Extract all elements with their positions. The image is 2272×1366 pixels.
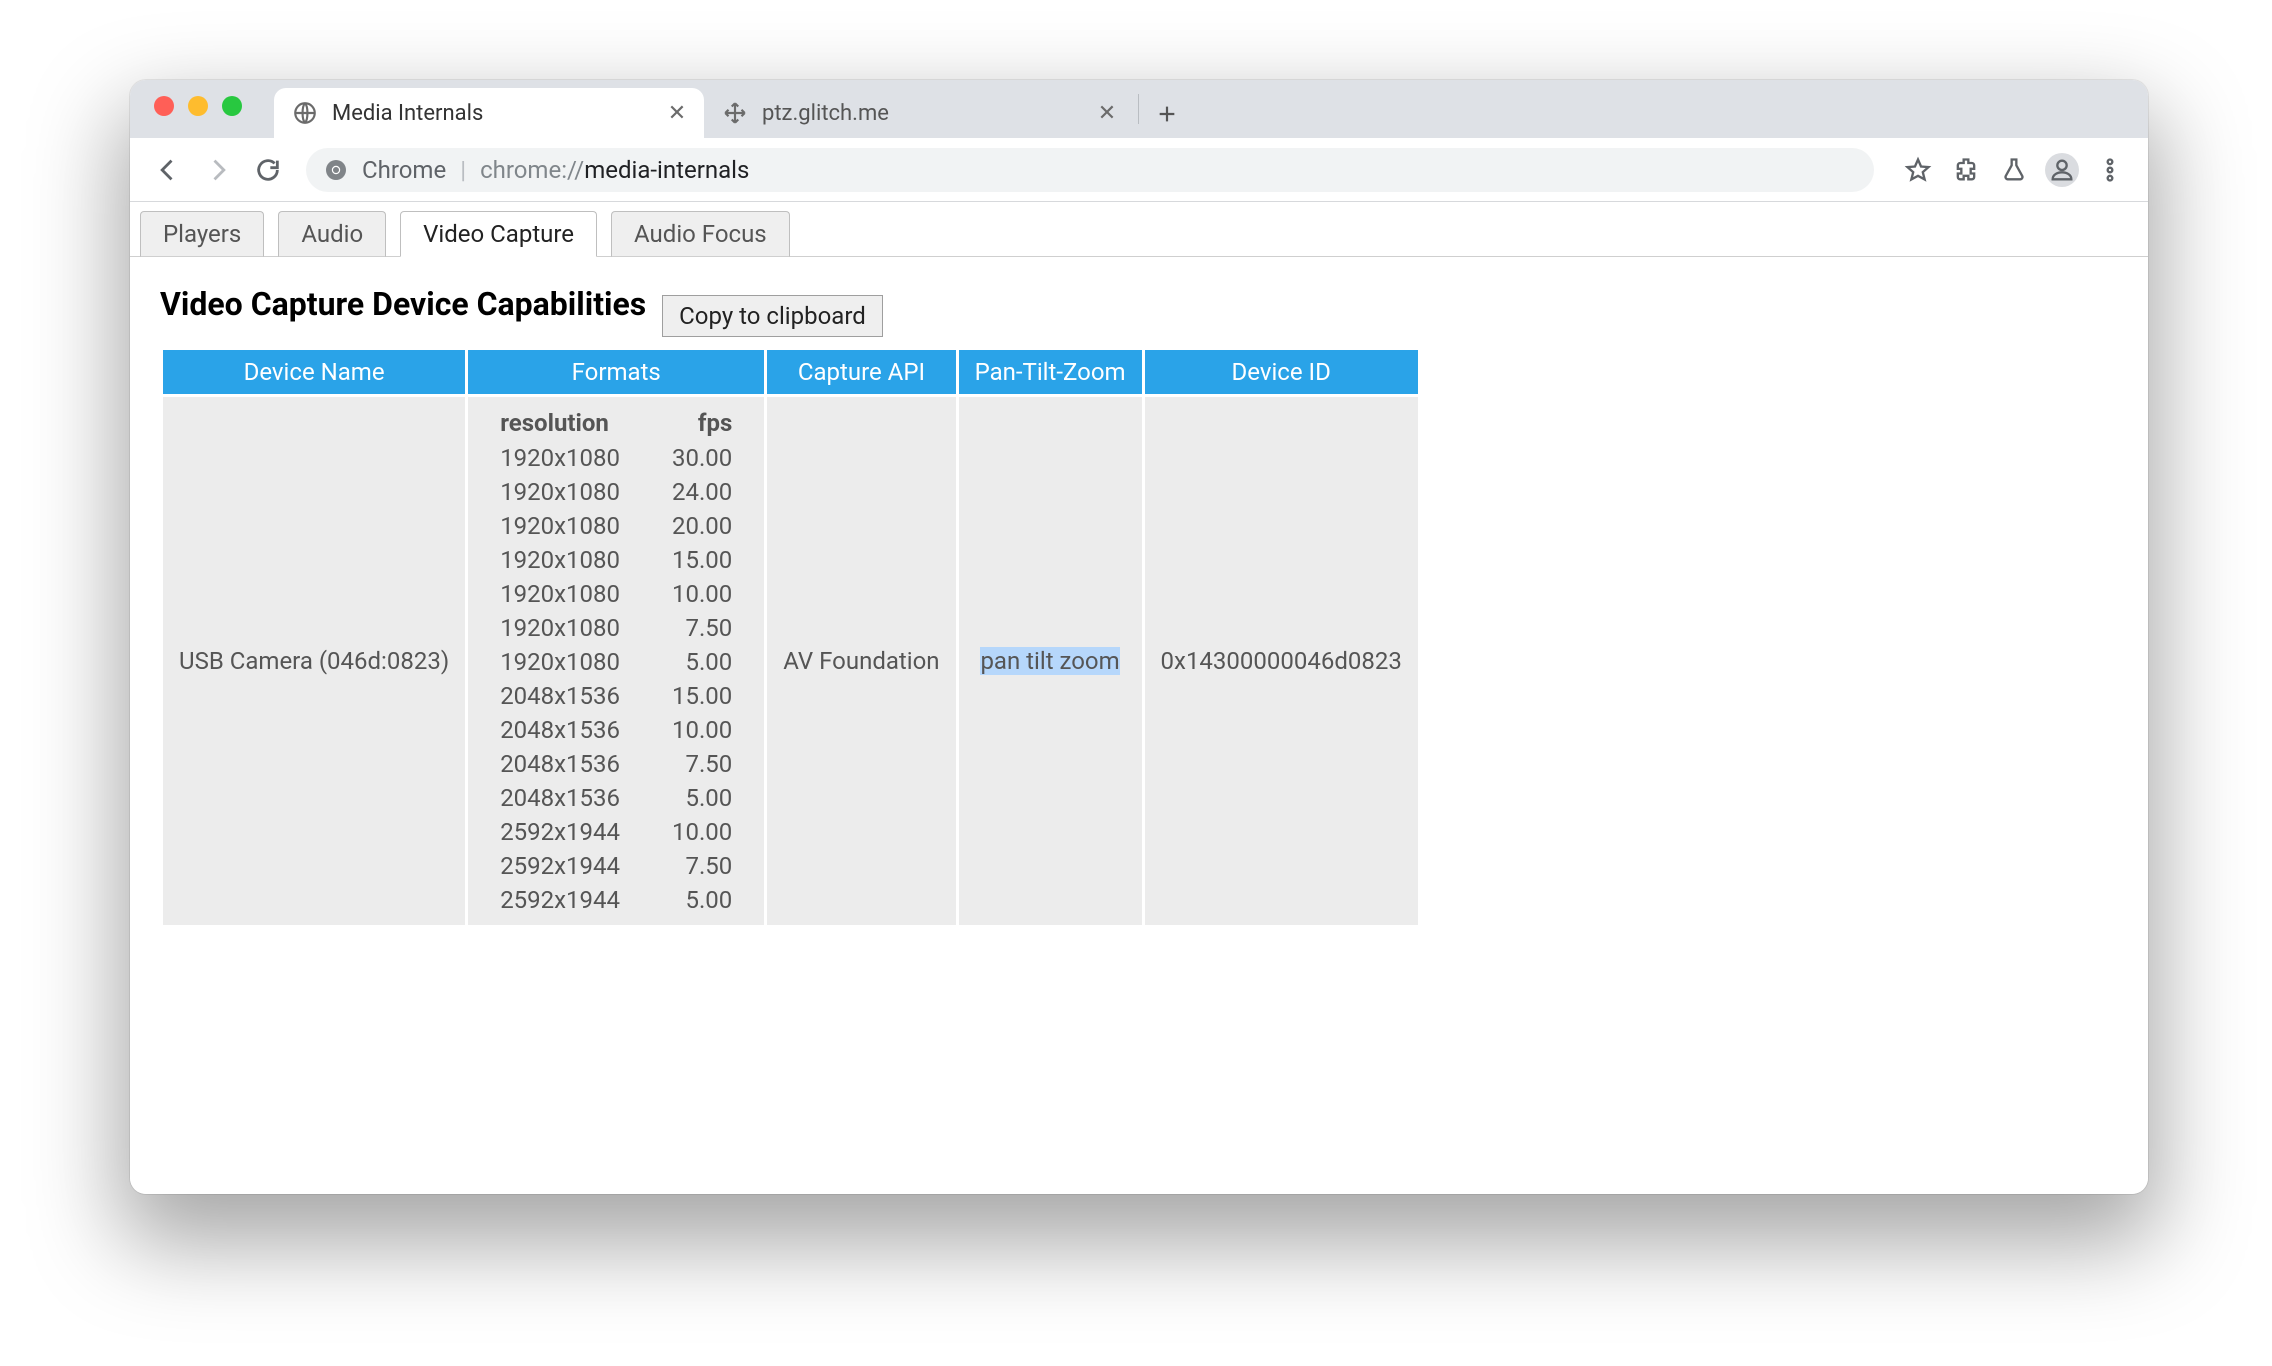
format-fps: 7.50 bbox=[646, 849, 758, 883]
close-window-button[interactable] bbox=[154, 96, 174, 116]
browser-window: Media Internals ✕ ptz.glitch.me ✕ Chrome | … bbox=[130, 80, 2148, 1194]
table-row: USB Camera (046d:0823)resolutionfps1920x… bbox=[162, 396, 1420, 927]
format-fps: 24.00 bbox=[646, 475, 758, 509]
tab-title: ptz.glitch.me bbox=[762, 101, 1080, 126]
format-fps: 15.00 bbox=[646, 543, 758, 577]
format-resolution: 2592x1944 bbox=[474, 815, 646, 849]
format-resolution: 1920x1080 bbox=[474, 645, 646, 679]
move-icon bbox=[722, 100, 748, 126]
section-title: Video Capture Device Capabilities bbox=[160, 285, 646, 323]
url-text: chrome://media-internals bbox=[480, 156, 749, 184]
format-row: 2048x153615.00 bbox=[474, 679, 758, 713]
page-tab-video-capture[interactable]: Video Capture bbox=[400, 211, 597, 257]
tab-separator bbox=[1138, 94, 1139, 124]
format-row: 1920x108015.00 bbox=[474, 543, 758, 577]
format-fps: 30.00 bbox=[646, 441, 758, 475]
format-row: 2048x15367.50 bbox=[474, 747, 758, 781]
page-content: Players Audio Video Capture Audio Focus Vid… bbox=[130, 202, 2148, 1194]
page-tabs: Players Audio Video Capture Audio Focus bbox=[130, 202, 2148, 257]
format-resolution: 1920x1080 bbox=[474, 543, 646, 577]
format-row: 2048x15365.00 bbox=[474, 781, 758, 815]
format-row: 1920x108020.00 bbox=[474, 509, 758, 543]
format-row: 1920x10805.00 bbox=[474, 645, 758, 679]
globe-icon bbox=[292, 100, 318, 126]
menu-button[interactable] bbox=[2088, 148, 2132, 192]
column-header[interactable]: Device Name bbox=[162, 349, 467, 396]
format-fps: 10.00 bbox=[646, 713, 758, 747]
capture-api-cell: AV Foundation bbox=[766, 396, 957, 927]
format-row: 2592x19447.50 bbox=[474, 849, 758, 883]
format-fps: 5.00 bbox=[646, 645, 758, 679]
format-resolution: 2048x1536 bbox=[474, 679, 646, 713]
labs-icon[interactable] bbox=[1992, 148, 2036, 192]
ptz-cell: pan tilt zoom bbox=[957, 396, 1143, 927]
format-fps: 10.00 bbox=[646, 577, 758, 611]
tab-strip: Media Internals ✕ ptz.glitch.me ✕ bbox=[130, 80, 2148, 138]
copy-to-clipboard-button[interactable]: Copy to clipboard bbox=[662, 295, 883, 337]
capabilities-table: Device NameFormatsCapture APIPan-Tilt-Zo… bbox=[160, 347, 1421, 928]
browser-tab[interactable]: ptz.glitch.me ✕ bbox=[704, 88, 1134, 138]
format-fps: 15.00 bbox=[646, 679, 758, 713]
profile-button[interactable] bbox=[2040, 148, 2084, 192]
fullscreen-window-button[interactable] bbox=[222, 96, 242, 116]
page-tab-players[interactable]: Players bbox=[140, 211, 264, 257]
format-fps: 7.50 bbox=[646, 747, 758, 781]
column-header[interactable]: Formats bbox=[467, 349, 766, 396]
format-resolution: 1920x1080 bbox=[474, 475, 646, 509]
formats-cell: resolutionfps1920x108030.001920x108024.0… bbox=[467, 396, 766, 927]
omnibox-separator: | bbox=[460, 156, 466, 184]
device-id-cell: 0x14300000046d0823 bbox=[1143, 396, 1419, 927]
format-resolution: 2048x1536 bbox=[474, 747, 646, 781]
format-resolution: 1920x1080 bbox=[474, 577, 646, 611]
toolbar: Chrome | chrome://media-internals bbox=[130, 138, 2148, 202]
page-tab-audio-focus[interactable]: Audio Focus bbox=[611, 211, 790, 257]
format-row: 2592x194410.00 bbox=[474, 815, 758, 849]
format-row: 1920x108024.00 bbox=[474, 475, 758, 509]
format-fps: 7.50 bbox=[646, 611, 758, 645]
forward-button[interactable] bbox=[196, 148, 240, 192]
format-row: 2048x153610.00 bbox=[474, 713, 758, 747]
formats-fps-header: fps bbox=[646, 405, 758, 441]
device-name-cell: USB Camera (046d:0823) bbox=[162, 396, 467, 927]
format-resolution: 1920x1080 bbox=[474, 441, 646, 475]
close-tab-icon[interactable]: ✕ bbox=[1094, 101, 1120, 126]
column-header[interactable]: Pan-Tilt-Zoom bbox=[957, 349, 1143, 396]
format-resolution: 2048x1536 bbox=[474, 713, 646, 747]
column-header[interactable]: Device ID bbox=[1143, 349, 1419, 396]
format-fps: 20.00 bbox=[646, 509, 758, 543]
back-button[interactable] bbox=[146, 148, 190, 192]
format-resolution: 1920x1080 bbox=[474, 611, 646, 645]
format-fps: 5.00 bbox=[646, 883, 758, 917]
window-controls bbox=[154, 96, 242, 116]
minimize-window-button[interactable] bbox=[188, 96, 208, 116]
format-row: 1920x10807.50 bbox=[474, 611, 758, 645]
page-tab-audio[interactable]: Audio bbox=[278, 211, 386, 257]
format-row: 1920x108010.00 bbox=[474, 577, 758, 611]
ptz-value: pan tilt zoom bbox=[980, 647, 1119, 675]
new-tab-button[interactable] bbox=[1143, 90, 1191, 138]
format-row: 1920x108030.00 bbox=[474, 441, 758, 475]
bookmark-star-icon[interactable] bbox=[1896, 148, 1940, 192]
extensions-icon[interactable] bbox=[1944, 148, 1988, 192]
format-resolution: 2048x1536 bbox=[474, 781, 646, 815]
browser-tab[interactable]: Media Internals ✕ bbox=[274, 88, 704, 138]
origin-chip: Chrome bbox=[362, 156, 446, 184]
formats-resolution-header: resolution bbox=[474, 405, 646, 441]
address-bar[interactable]: Chrome | chrome://media-internals bbox=[306, 148, 1874, 192]
format-resolution: 1920x1080 bbox=[474, 509, 646, 543]
tab-title: Media Internals bbox=[332, 101, 650, 126]
format-resolution: 2592x1944 bbox=[474, 883, 646, 917]
format-row: 2592x19445.00 bbox=[474, 883, 758, 917]
format-fps: 5.00 bbox=[646, 781, 758, 815]
format-fps: 10.00 bbox=[646, 815, 758, 849]
close-tab-icon[interactable]: ✕ bbox=[664, 101, 690, 126]
chrome-icon bbox=[324, 158, 348, 182]
format-resolution: 2592x1944 bbox=[474, 849, 646, 883]
column-header[interactable]: Capture API bbox=[766, 349, 957, 396]
reload-button[interactable] bbox=[246, 148, 290, 192]
avatar-icon bbox=[2045, 153, 2079, 187]
